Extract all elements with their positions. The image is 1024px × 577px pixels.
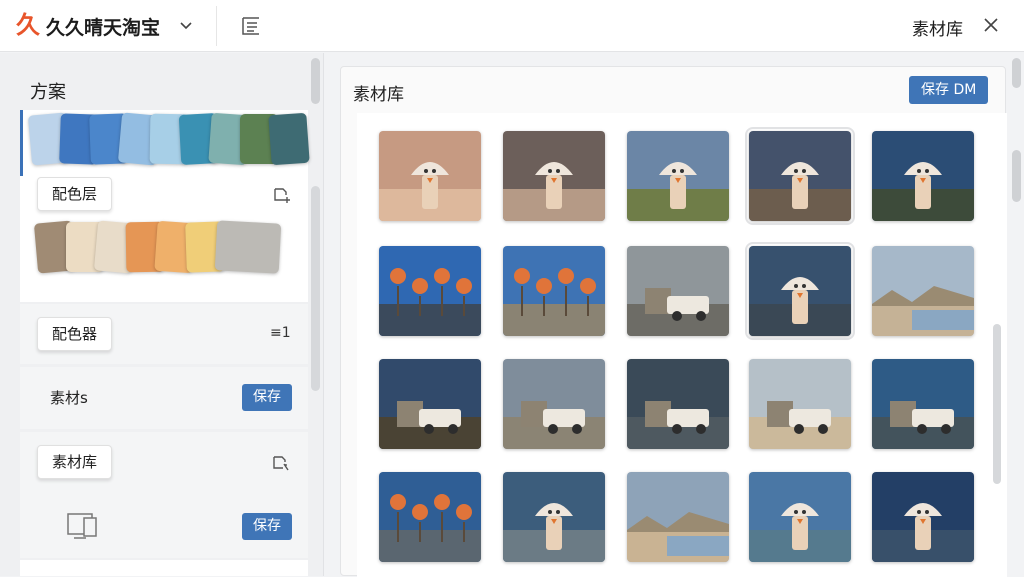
material-thumbnail[interactable] bbox=[379, 472, 481, 562]
app-title[interactable]: 久久晴天淘宝 bbox=[46, 13, 160, 40]
material-thumbnail[interactable] bbox=[627, 131, 729, 221]
material-thumbnail[interactable] bbox=[745, 242, 855, 340]
next-card bbox=[20, 560, 308, 576]
material-thumbnail[interactable] bbox=[503, 472, 605, 562]
save-button[interactable]: 保存 bbox=[242, 513, 292, 540]
material-thumbnail[interactable] bbox=[872, 131, 974, 221]
material-label: 素材s bbox=[50, 389, 88, 407]
material-thumbnail[interactable] bbox=[379, 131, 481, 221]
divider bbox=[216, 6, 217, 46]
count-badge: ≡1 bbox=[270, 325, 291, 341]
material-library-panel: 素材库 保存 DM bbox=[340, 66, 1007, 577]
color-swatch[interactable] bbox=[268, 112, 310, 166]
pick-material-icon[interactable] bbox=[271, 454, 291, 472]
scrollbar[interactable] bbox=[993, 324, 1001, 484]
material-thumbnail[interactable] bbox=[503, 131, 605, 221]
document-icon[interactable] bbox=[240, 15, 262, 37]
color-picker-card[interactable]: 配色器 ≡1 bbox=[20, 304, 308, 364]
close-icon[interactable] bbox=[982, 16, 1000, 34]
material-thumbnail[interactable] bbox=[379, 359, 481, 449]
material-thumbnail[interactable] bbox=[379, 246, 481, 336]
library-title: 素材库 bbox=[912, 20, 963, 40]
scrollbar[interactable] bbox=[311, 186, 320, 391]
palette-card[interactable]: 配色层 bbox=[20, 110, 310, 302]
scrollbar[interactable] bbox=[1012, 150, 1021, 202]
scrollbar[interactable] bbox=[311, 58, 320, 104]
top-bar: 久 久久晴天淘宝 素材库 bbox=[0, 0, 1024, 52]
material-library-tab[interactable]: 素材库 bbox=[37, 445, 113, 479]
material-thumbnail[interactable] bbox=[627, 246, 729, 336]
thumbnail-grid bbox=[357, 113, 1007, 577]
material-thumbnail[interactable] bbox=[503, 359, 605, 449]
selection-indicator bbox=[20, 110, 23, 176]
material-thumbnail[interactable] bbox=[749, 472, 851, 562]
material-thumbnail[interactable] bbox=[749, 359, 851, 449]
material-thumbnail[interactable] bbox=[745, 127, 855, 225]
chevron-down-icon[interactable] bbox=[178, 15, 194, 35]
monitor-icon bbox=[67, 513, 97, 539]
left-panel: 方案 配色层 配色器 ≡1 素材s 保存 素材库 保存 bbox=[0, 53, 324, 576]
color-layer-tab[interactable]: 配色层 bbox=[37, 177, 113, 211]
color-swatch[interactable] bbox=[214, 220, 282, 274]
app-logo-icon: 久 bbox=[16, 11, 40, 39]
material-thumbnail[interactable] bbox=[627, 472, 729, 562]
material-thumbnail[interactable] bbox=[872, 246, 974, 336]
scrollbar[interactable] bbox=[1012, 58, 1021, 88]
material-library-card[interactable]: 素材库 保存 bbox=[20, 432, 308, 558]
color-picker-tab[interactable]: 配色器 bbox=[37, 317, 113, 351]
material-thumbnail[interactable] bbox=[627, 359, 729, 449]
save-dm-button[interactable]: 保存 DM bbox=[909, 76, 989, 104]
material-thumbnail[interactable] bbox=[872, 472, 974, 562]
panel-title: 素材库 bbox=[353, 85, 404, 105]
save-button[interactable]: 保存 bbox=[242, 384, 292, 411]
material-thumbnail[interactable] bbox=[872, 359, 974, 449]
panel-title: 方案 bbox=[30, 82, 66, 103]
add-layer-icon[interactable] bbox=[272, 186, 292, 204]
material-thumbnail[interactable] bbox=[503, 246, 605, 336]
material-card[interactable]: 素材s 保存 bbox=[20, 367, 308, 429]
